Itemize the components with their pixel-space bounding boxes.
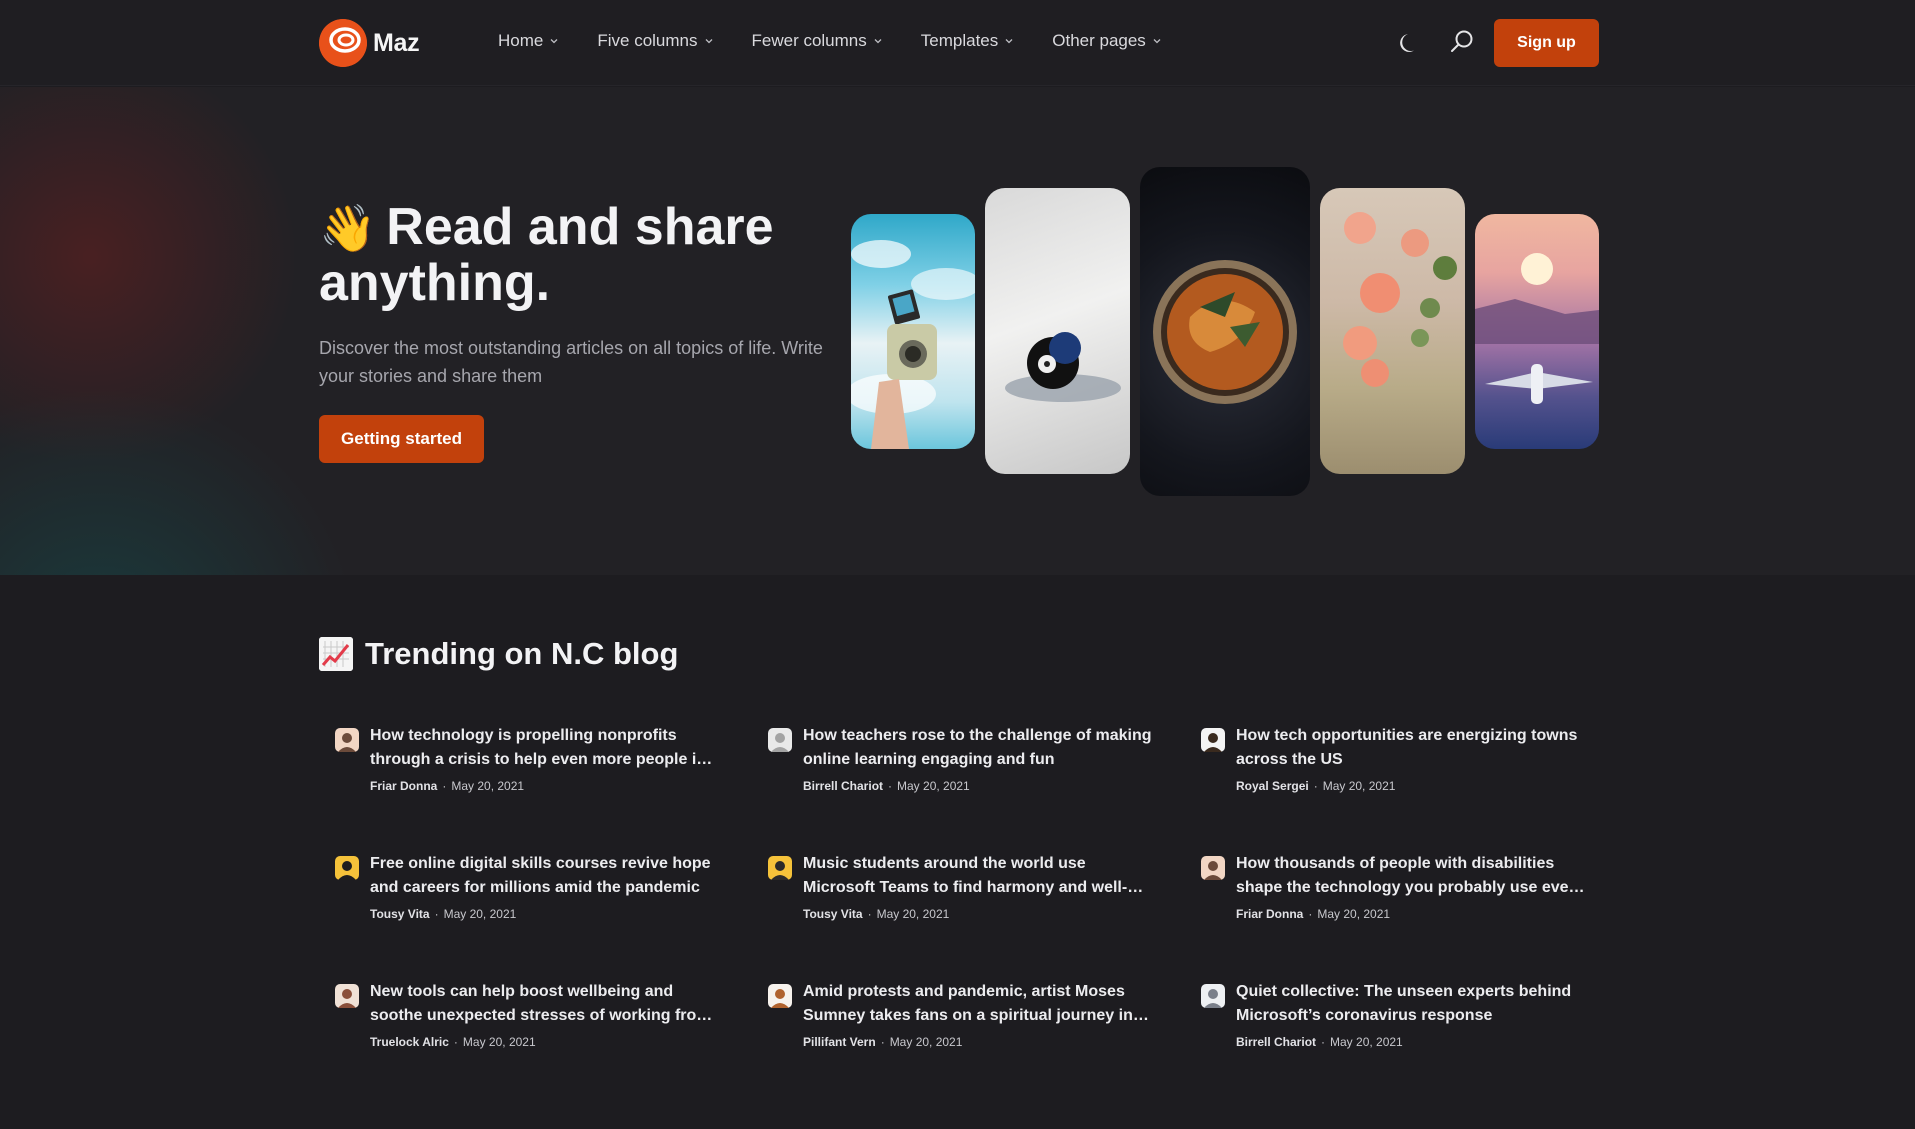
author-avatar[interactable] — [335, 728, 359, 752]
hero-section: 👋 Read and share anything. Discover the m… — [0, 87, 1915, 575]
meta-separator: · — [1321, 1035, 1326, 1049]
sign-up-button[interactable]: Sign up — [1494, 19, 1599, 67]
post-author[interactable]: Royal Sergei — [1236, 779, 1309, 793]
post-meta: Birrell Chariot · May 20, 2021 — [803, 779, 970, 793]
post-meta: Truelock Alric · May 20, 2021 — [370, 1035, 536, 1049]
chart-increasing-icon — [319, 637, 353, 671]
post-title[interactable]: How tech opportunities are energizing to… — [1236, 724, 1586, 772]
post-meta: Friar Donna · May 20, 2021 — [370, 779, 524, 793]
meta-separator: · — [880, 1035, 885, 1049]
post-author[interactable]: Pillifant Vern — [803, 1035, 876, 1049]
meta-separator: · — [442, 779, 447, 793]
author-avatar[interactable] — [335, 984, 359, 1008]
post-title[interactable]: New tools can help boost wellbeing and s… — [370, 980, 720, 1028]
brand-name: Maz — [373, 28, 420, 57]
post-date: May 20, 2021 — [451, 779, 525, 793]
hero-title: 👋 Read and share anything. — [319, 200, 839, 311]
menu-item-other-pages[interactable]: Other pages — [1052, 31, 1162, 51]
post-title[interactable]: Music students around the world use Micr… — [803, 852, 1153, 900]
menu-item-label: Five columns — [597, 31, 698, 50]
chevron-down-icon — [705, 39, 712, 44]
hero-image-food-bowl[interactable] — [1140, 167, 1310, 496]
hero-subtitle: Discover the most outstanding articles o… — [319, 338, 823, 386]
post-date: May 20, 2021 — [889, 1035, 963, 1049]
search-icon[interactable] — [1449, 29, 1475, 55]
chevron-down-icon — [1153, 39, 1161, 44]
post-date: May 20, 2021 — [462, 1035, 536, 1049]
trending-section-title: Trending on N.C blog — [319, 636, 678, 672]
meta-separator: · — [434, 907, 439, 921]
trending-title-text: Trending on N.C blog — [365, 636, 679, 671]
post-date: May 20, 2021 — [1322, 779, 1396, 793]
author-avatar[interactable] — [1201, 984, 1225, 1008]
hero-image-camera[interactable] — [851, 214, 975, 449]
post-title[interactable]: Quiet collective: The unseen experts beh… — [1236, 980, 1586, 1028]
post-date: May 20, 2021 — [443, 907, 517, 921]
menu-item-label: Home — [498, 31, 544, 50]
post-author[interactable]: Tousy Vita — [803, 907, 863, 921]
menu-item-label: Fewer columns — [751, 31, 867, 50]
post-author[interactable]: Birrell Chariot — [1236, 1035, 1316, 1049]
post-meta: Royal Sergei · May 20, 2021 — [1236, 779, 1395, 793]
post-date: May 20, 2021 — [1317, 907, 1391, 921]
author-avatar[interactable] — [768, 984, 792, 1008]
author-avatar[interactable] — [1201, 728, 1225, 752]
menu-item-label: Other pages — [1052, 31, 1146, 50]
post-title[interactable]: Free online digital skills courses reviv… — [370, 852, 720, 900]
main-menu: Home Five columns Fewer columns Template… — [498, 31, 1200, 51]
chevron-down-icon — [874, 39, 882, 44]
meta-separator: · — [453, 1035, 458, 1049]
post-meta: Tousy Vita · May 20, 2021 — [803, 907, 949, 921]
post-title[interactable]: How thousands of people with disabilitie… — [1236, 852, 1586, 900]
post-author[interactable]: Friar Donna — [370, 779, 437, 793]
author-avatar[interactable] — [768, 728, 792, 752]
chevron-down-icon — [1005, 39, 1013, 44]
post-date: May 20, 2021 — [1330, 1035, 1403, 1049]
chevron-down-icon — [550, 39, 558, 44]
post-title[interactable]: Amid protests and pandemic, artist Moses… — [803, 980, 1153, 1028]
hero-image-roses[interactable] — [1320, 188, 1465, 474]
post-meta: Friar Donna · May 20, 2021 — [1236, 907, 1390, 921]
getting-started-button[interactable]: Getting started — [319, 415, 484, 463]
post-meta: Tousy Vita · May 20, 2021 — [370, 907, 516, 921]
post-author[interactable]: Truelock Alric — [370, 1035, 449, 1049]
post-author[interactable]: Birrell Chariot — [803, 779, 883, 793]
meta-separator: · — [1308, 907, 1313, 921]
hero-title-text: Read and share anything. — [319, 198, 774, 312]
dark-mode-toggle-icon[interactable] — [1397, 30, 1423, 56]
post-meta: Pillifant Vern · May 20, 2021 — [803, 1035, 962, 1049]
hero-image-speaker[interactable] — [985, 188, 1130, 474]
background-glow — [0, 387, 360, 575]
post-meta: Birrell Chariot · May 20, 2021 — [1236, 1035, 1403, 1049]
post-author[interactable]: Tousy Vita — [370, 907, 430, 921]
author-avatar[interactable] — [335, 856, 359, 880]
meta-separator: · — [867, 907, 872, 921]
post-title[interactable]: How teachers rose to the challenge of ma… — [803, 724, 1153, 772]
hero-image-airplane[interactable] — [1475, 214, 1599, 449]
waving-hand-icon: 👋 — [319, 202, 377, 254]
menu-item-templates[interactable]: Templates — [921, 31, 1014, 51]
menu-item-label: Templates — [920, 31, 999, 50]
menu-item-home[interactable]: Home — [498, 31, 559, 51]
brand-logo[interactable]: Maz — [319, 19, 420, 67]
meta-separator: · — [1313, 779, 1318, 793]
top-navbar: Maz Home Five columns Fewer columns Temp… — [0, 0, 1915, 86]
post-date: May 20, 2021 — [897, 779, 970, 793]
author-avatar[interactable] — [1201, 856, 1225, 880]
meta-separator: · — [888, 779, 893, 793]
logo-mark-icon — [319, 19, 367, 67]
menu-item-fewer-columns[interactable]: Fewer columns — [752, 31, 883, 51]
author-avatar[interactable] — [768, 856, 792, 880]
post-author[interactable]: Friar Donna — [1236, 907, 1303, 921]
menu-item-five-columns[interactable]: Five columns — [597, 31, 713, 51]
post-date: May 20, 2021 — [876, 907, 950, 921]
post-title[interactable]: How technology is propelling nonprofits … — [370, 724, 720, 772]
